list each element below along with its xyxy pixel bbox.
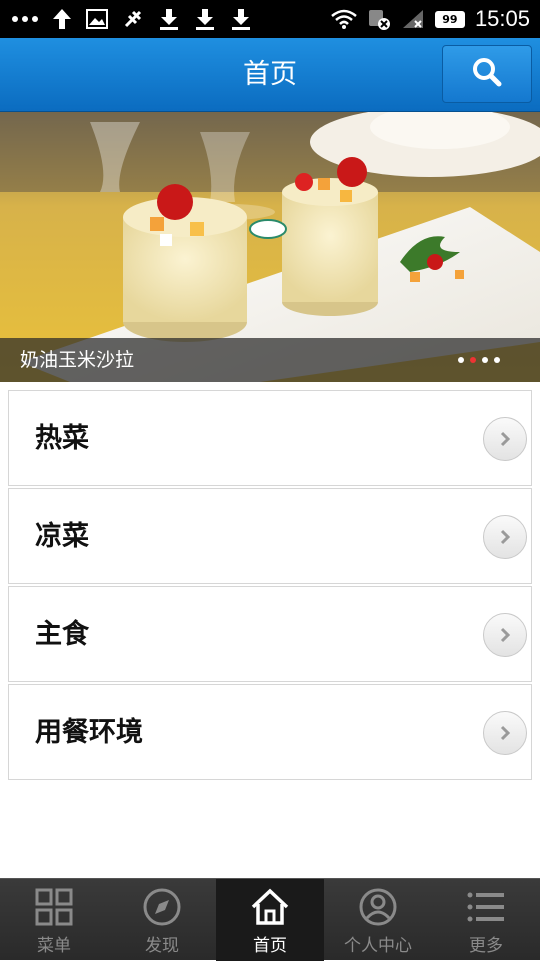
tab-profile[interactable]: 个人中心 <box>324 879 432 961</box>
battery-icon: 99 <box>434 10 465 28</box>
tab-label: 发现 <box>145 936 179 956</box>
slide-dot-active <box>470 357 476 363</box>
tab-discover[interactable]: 发现 <box>108 879 216 961</box>
category-label: 热菜 <box>35 423 89 454</box>
bottom-tab-bar: 菜单 发现 首页 个人中心 更多 <box>0 878 540 961</box>
status-bar: 99 15:05 <box>0 0 540 38</box>
slide-dot <box>482 357 488 363</box>
tab-label: 首页 <box>253 936 287 956</box>
category-item-dining-environment[interactable]: 用餐环境 <box>8 684 532 780</box>
chevron-right-icon <box>483 711 527 755</box>
chevron-right-icon <box>483 613 527 657</box>
usb-icon <box>122 8 144 30</box>
search-button[interactable] <box>442 45 532 103</box>
banner-caption-bar: 奶油玉米沙拉 <box>0 338 540 382</box>
category-list: 热菜 凉菜 主食 用餐环境 <box>8 390 532 782</box>
category-item-cold-dishes[interactable]: 凉菜 <box>8 488 532 584</box>
image-icon <box>86 9 108 29</box>
banner-caption: 奶油玉米沙拉 <box>20 349 135 371</box>
featured-banner[interactable]: 奶油玉米沙拉 <box>0 112 540 382</box>
list-icon <box>466 887 506 927</box>
signal-icon <box>401 9 425 29</box>
category-item-hot-dishes[interactable]: 热菜 <box>8 390 532 486</box>
download-icon <box>194 8 216 30</box>
user-icon <box>358 887 398 927</box>
tab-menu[interactable]: 菜单 <box>0 879 108 961</box>
notification-icons <box>12 6 252 32</box>
sim-off-icon <box>367 8 391 30</box>
category-label: 凉菜 <box>35 521 89 552</box>
compass-icon <box>142 887 182 927</box>
chevron-right-icon <box>483 515 527 559</box>
upload-arrow-icon <box>52 8 72 30</box>
home-icon <box>250 887 290 927</box>
category-label: 用餐环境 <box>35 717 143 748</box>
download-icon <box>158 8 180 30</box>
chevron-right-icon <box>483 417 527 461</box>
more-dots-icon <box>12 15 38 23</box>
slide-dot <box>494 357 500 363</box>
tab-label: 个人中心 <box>344 936 412 956</box>
slide-dot <box>458 357 464 363</box>
slide-indicator <box>458 357 500 363</box>
search-icon <box>472 57 502 91</box>
category-item-staple-food[interactable]: 主食 <box>8 586 532 682</box>
system-icons: 99 15:05 <box>331 6 530 32</box>
tab-label: 更多 <box>469 936 503 956</box>
title-bar: 首页 <box>0 38 540 112</box>
grid-icon <box>34 887 74 927</box>
clock: 15:05 <box>474 6 530 31</box>
wifi-icon <box>331 9 357 29</box>
tab-more[interactable]: 更多 <box>432 879 540 961</box>
category-label: 主食 <box>35 619 89 650</box>
tab-home[interactable]: 首页 <box>216 879 324 961</box>
tab-label: 菜单 <box>37 936 71 956</box>
download-icon <box>230 8 252 30</box>
